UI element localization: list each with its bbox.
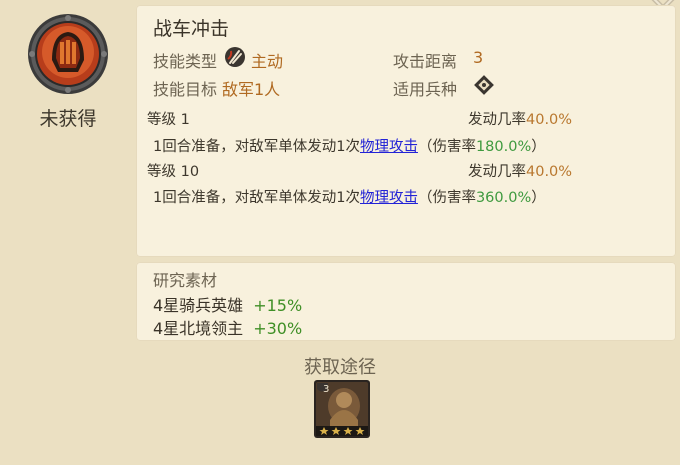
skill-type-label: 技能类型: [153, 52, 218, 71]
troop-type-icon: [474, 75, 494, 95]
level-description: 1回合准备，对敌军单体发动1次物理攻击（伤害率360.0%）: [153, 190, 546, 206]
skill-type-value: 主动: [251, 52, 284, 71]
active-skill-icon: [225, 47, 245, 67]
research-item: 4星北境领主 +30%: [153, 319, 303, 338]
physical-attack-link[interactable]: 物理攻击: [360, 139, 418, 155]
hero-count: 3: [323, 384, 330, 395]
troop-type-label: 适用兵种: [393, 80, 458, 99]
skill-status: 未获得: [39, 108, 97, 130]
skill-detail-panel: [136, 5, 676, 257]
skill-target-value: 敌军1人: [222, 80, 281, 99]
trigger-rate: 发动几率40.0%: [468, 112, 573, 128]
hero-card[interactable]: 3: [314, 380, 370, 438]
physical-attack-link[interactable]: 物理攻击: [360, 190, 418, 206]
attack-range-label: 攻击距离: [393, 52, 458, 71]
level-label: 等级 10: [147, 164, 200, 180]
trigger-rate: 发动几率40.0%: [468, 164, 573, 180]
skill-target-label: 技能目标: [153, 80, 218, 99]
level-label: 等级 1: [147, 112, 190, 128]
skill-title: 战车冲击: [153, 18, 230, 40]
skill-emblem-icon: [28, 14, 108, 94]
research-item: 4星骑兵英雄 +15%: [153, 296, 303, 315]
research-title: 研究素材: [153, 271, 218, 290]
source-title: 获取途径: [304, 357, 376, 378]
level-description: 1回合准备，对敌军单体发动1次物理攻击（伤害率180.0%）: [153, 139, 546, 155]
attack-range-value: 3: [473, 48, 484, 67]
